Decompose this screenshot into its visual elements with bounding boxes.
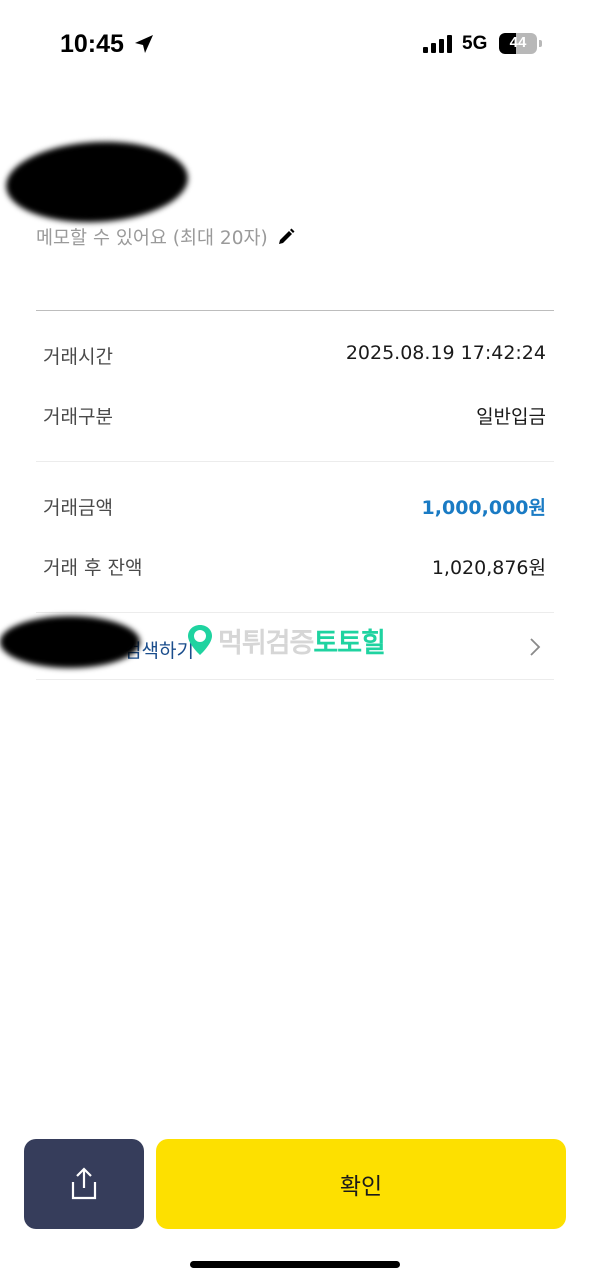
transaction-time-row: 거래시간 2025.08.19 17:42:24	[36, 342, 546, 372]
battery-nub	[539, 40, 542, 47]
balance-after-label: 거래 후 잔액	[43, 557, 143, 579]
battery-icon: 44	[499, 33, 537, 54]
watermark-text-green: 토토힐	[313, 627, 386, 659]
memo-field[interactable]: 메모할 수 있어요 (최대 20자)	[36, 224, 296, 250]
balance-after-value: 1,020,876원	[431, 557, 546, 579]
share-icon	[71, 1167, 97, 1200]
transaction-amount-value: 1,000,000원	[421, 497, 546, 519]
share-button[interactable]	[24, 1139, 144, 1229]
transaction-amount-row: 거래금액 1,000,000원	[36, 493, 546, 523]
transaction-type-label: 거래구분	[43, 406, 113, 428]
pencil-icon[interactable]	[276, 227, 296, 247]
section-divider	[36, 679, 554, 680]
watermark-text-gray: 먹튀검증	[218, 627, 314, 659]
home-indicator[interactable]	[190, 1261, 400, 1268]
status-time: 10:45	[60, 30, 124, 58]
watermark: 먹튀검증 토토힐	[186, 622, 386, 659]
location-arrow-icon	[135, 35, 153, 53]
transaction-type-row: 거래구분 일반입금	[36, 402, 546, 432]
confirm-button[interactable]: 확인	[156, 1139, 566, 1229]
transaction-type-value: 일반입금	[476, 406, 546, 428]
balance-after-row: 거래 후 잔액 1,020,876원	[36, 553, 546, 583]
transaction-time-label: 거래시간	[43, 346, 113, 368]
memo-placeholder: 메모할 수 있어요 (최대 20자)	[36, 228, 268, 249]
battery-percent: 44	[509, 34, 527, 51]
chevron-right-icon[interactable]	[528, 637, 542, 657]
section-divider	[36, 310, 554, 311]
cellular-signal-icon	[423, 35, 452, 53]
transaction-time-value: 2025.08.19 17:42:24	[345, 342, 546, 364]
redacted-account-name	[4, 137, 190, 227]
status-bar: 10:45 5G 44	[0, 0, 590, 90]
section-divider	[36, 461, 554, 462]
network-type: 5G	[462, 33, 488, 54]
transaction-amount-label: 거래금액	[43, 497, 113, 519]
redacted-counterparty	[0, 616, 140, 668]
map-pin-icon	[188, 625, 212, 655]
